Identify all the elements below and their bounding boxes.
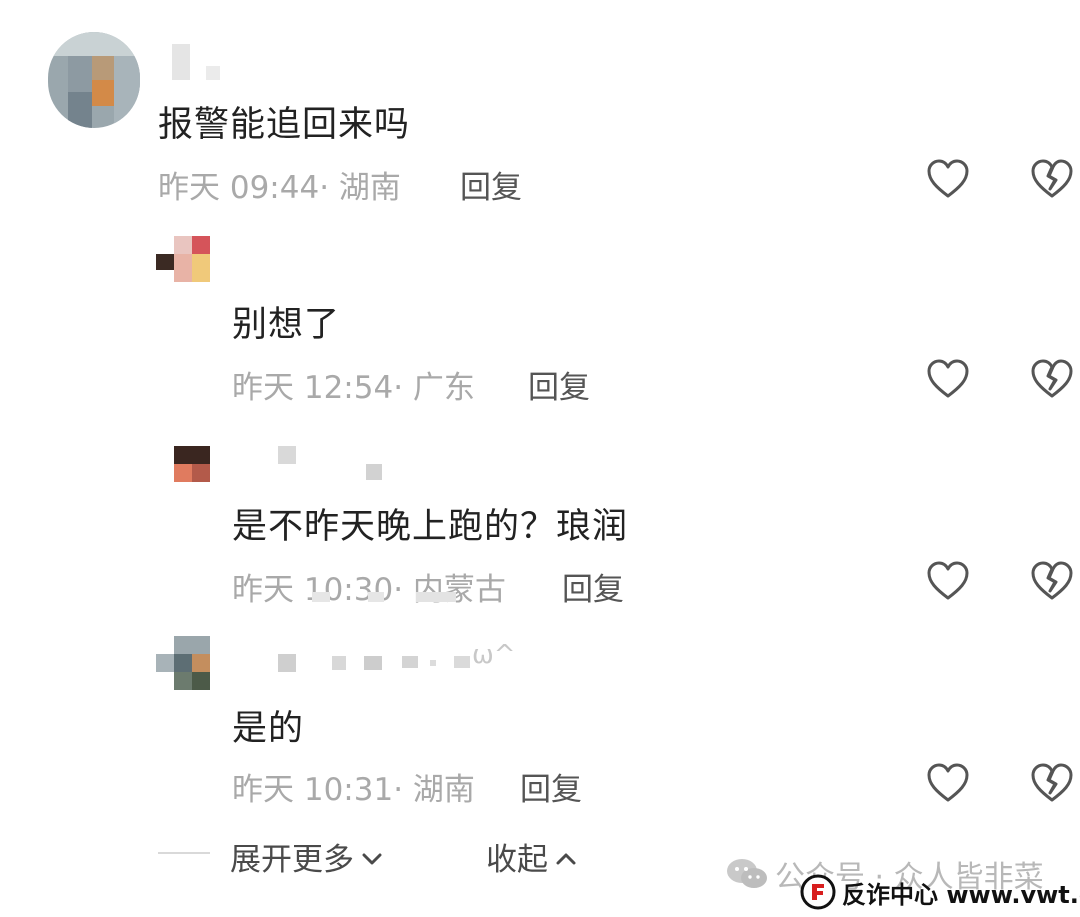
- broken-heart-icon[interactable]: [1030, 762, 1074, 804]
- comment-text: 是的: [232, 709, 305, 749]
- expand-more-button[interactable]: 展开更多: [230, 834, 384, 879]
- brand-text: 反诈中心 www.vwt.cc: [842, 880, 1080, 909]
- anti-fraud-logo-icon: [800, 874, 836, 910]
- username[interactable]: [172, 44, 232, 84]
- broken-heart-icon[interactable]: [1030, 560, 1074, 602]
- comment-text: 是不昨天晚上跑的？琅润: [232, 507, 629, 547]
- heart-outline-icon[interactable]: [926, 358, 970, 400]
- comment-meta: 昨天 10:31· 湖南: [232, 772, 475, 808]
- avatar[interactable]: [156, 236, 210, 282]
- brand-watermark: 反诈中心 www.vwt.cc: [800, 872, 1080, 912]
- heart-outline-icon[interactable]: [926, 762, 970, 804]
- avatar[interactable]: [174, 446, 210, 482]
- chevron-up-icon: [554, 839, 578, 875]
- avatar[interactable]: [48, 32, 140, 128]
- divider: [158, 852, 210, 854]
- comment-meta: 昨天 09:44· 湖南: [158, 170, 401, 206]
- comment-text: 报警能追回来吗: [158, 105, 411, 145]
- wechat-icon: [727, 859, 767, 888]
- comment-text: 别想了: [232, 305, 341, 345]
- avatar[interactable]: [156, 636, 210, 690]
- reply-button[interactable]: 回复: [562, 564, 624, 609]
- username[interactable]: [278, 446, 388, 482]
- broken-heart-icon[interactable]: [1030, 158, 1074, 200]
- chevron-down-icon: [360, 839, 384, 875]
- collapse-label: 收起: [486, 842, 548, 878]
- broken-heart-icon[interactable]: [1030, 358, 1074, 400]
- blurred-overlay: [312, 592, 472, 606]
- reply-button[interactable]: 回复: [460, 162, 522, 207]
- heart-outline-icon[interactable]: [926, 158, 970, 200]
- comment-meta: 昨天 12:54· 广东: [232, 370, 475, 406]
- collapse-button[interactable]: 收起: [486, 834, 578, 879]
- expand-label: 展开更多: [230, 842, 354, 878]
- reply-button[interactable]: 回复: [528, 362, 590, 407]
- heart-outline-icon[interactable]: [926, 560, 970, 602]
- reply-button[interactable]: 回复: [520, 764, 582, 809]
- username-suffix: ω^: [472, 640, 516, 670]
